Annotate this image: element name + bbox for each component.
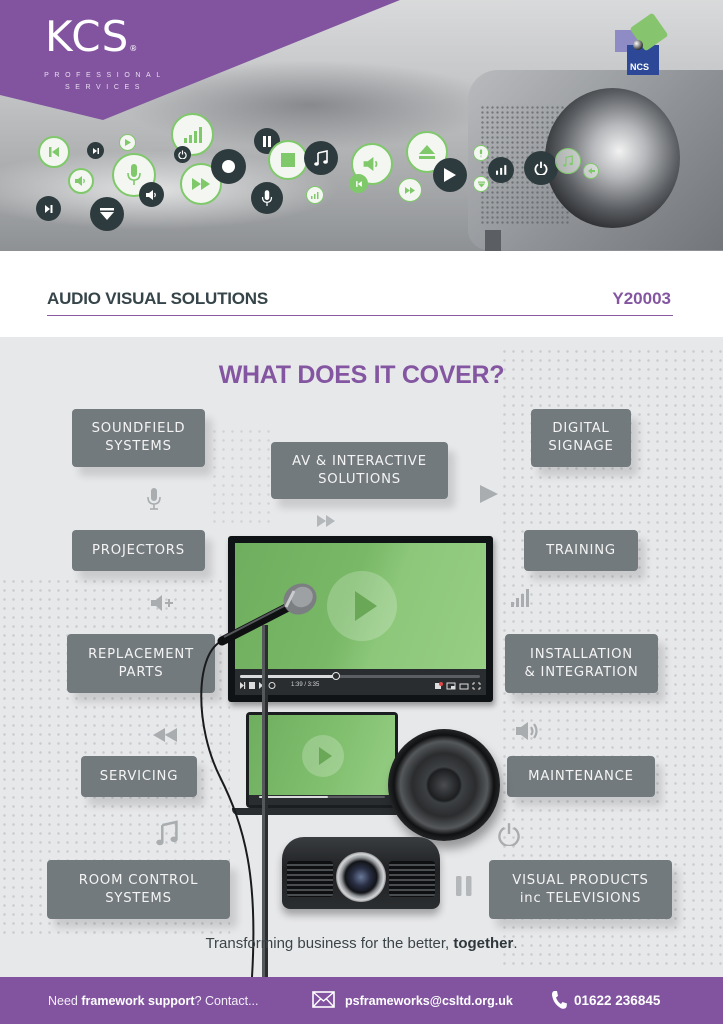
volume-icon (516, 722, 538, 740)
play-icon (480, 485, 498, 503)
previous-icon (38, 136, 70, 168)
ncs-logo[interactable]: NCS (613, 12, 673, 75)
support-prompt: Need framework support? Contact... (48, 994, 259, 1008)
framework-code: Y20003 (612, 289, 671, 308)
service-label: PROJECTORS (92, 542, 185, 558)
music-note-icon (304, 141, 338, 175)
signal-icon (488, 157, 514, 183)
service-label: DIGITAL (552, 421, 610, 436)
registered-mark: ® (129, 44, 139, 53)
service-label: ROOM CONTROL (78, 872, 199, 888)
service-label: VISUAL PRODUCTS (512, 872, 649, 888)
power-icon (524, 151, 558, 185)
service-label: PARTS (118, 664, 164, 680)
hero-banner: KCS® PROFESSIONAL SERVICES NCS (0, 0, 723, 251)
service-visual-products-televisions[interactable]: VISUAL PRODUCTS inc TELEVISIONS (489, 860, 672, 919)
support-text: Need (48, 994, 82, 1008)
service-label: & INTEGRATION (524, 664, 639, 680)
brand-tagline-line2: SERVICES (64, 84, 146, 91)
service-label: TRAINING (546, 542, 616, 558)
contact-phone-link[interactable]: 01622 236845 (574, 993, 660, 1008)
volume-down-icon (473, 176, 489, 192)
service-installation-integration[interactable]: INSTALLATION & INTEGRATION (505, 634, 658, 693)
fast-forward-icon (317, 515, 335, 527)
skip-icon (87, 142, 104, 159)
support-suffix: ? Contact... (194, 994, 259, 1008)
service-label: SYSTEMS (105, 439, 172, 454)
service-label: SOUNDFIELD (91, 421, 186, 436)
service-projectors[interactable]: PROJECTORS (72, 530, 205, 571)
service-label: SERVICING (99, 768, 179, 784)
phone-icon (552, 991, 567, 1009)
skip-forward-icon (36, 196, 61, 221)
coverage-section: WHAT DOES IT COVER? SOUNDFIELD SYSTEMS AV… (0, 337, 723, 977)
mail-icon (312, 991, 335, 1008)
service-servicing[interactable]: SERVICING (81, 756, 197, 797)
microphone-stand (200, 583, 317, 977)
dot-pattern (210, 427, 270, 527)
footer: Need framework support? Contact... psfra… (0, 977, 723, 1024)
arrow-left-icon (583, 163, 599, 179)
projector-vent (389, 861, 435, 897)
projector-lens (336, 852, 386, 902)
pause-icon (456, 876, 472, 896)
music-note-icon (156, 820, 178, 846)
service-label: SYSTEMS (105, 890, 172, 906)
player-settings-icons[interactable] (435, 682, 481, 690)
service-label: AV & INTERACTIVE (292, 453, 427, 469)
hero-projector-foot (485, 230, 501, 251)
brand-name: KCS (45, 12, 130, 61)
play-overlay-icon[interactable] (327, 571, 397, 641)
signal-icon (511, 589, 529, 607)
service-label: REPLACEMENT (88, 646, 194, 662)
service-label: SOLUTIONS (318, 471, 401, 487)
power-icon (174, 146, 191, 163)
tagline-bold: together (453, 935, 514, 952)
contact-email-link[interactable]: psframeworks@csltd.org.uk (345, 994, 513, 1008)
service-soundfield-systems[interactable]: SOUNDFIELD SYSTEMS (72, 409, 205, 467)
fast-forward-icon (398, 178, 422, 202)
tagline: Transforming business for the better, to… (0, 935, 723, 952)
title-row: AUDIO VISUAL SOLUTIONS Y20003 (47, 286, 673, 316)
kcs-logo[interactable]: KCS® (45, 16, 138, 70)
brand-tagline-line1: PROFESSIONAL (44, 72, 166, 79)
signal-icon (306, 186, 324, 204)
play-icon (119, 134, 136, 151)
microphone-icon (251, 182, 283, 214)
service-maintenance[interactable]: MAINTENANCE (507, 756, 655, 797)
service-label: MAINTENANCE (528, 768, 634, 784)
brand-tagline: PROFESSIONAL SERVICES (36, 70, 174, 94)
speaker (388, 729, 500, 841)
service-label: INSTALLATION (530, 646, 633, 662)
stop-icon (268, 140, 308, 180)
volume-up-icon (151, 595, 173, 611)
tagline-text: Transforming business for the better, (205, 935, 454, 952)
dropdown-icon (90, 197, 124, 231)
record-icon (211, 149, 246, 184)
play-icon (433, 158, 467, 192)
service-av-interactive-solutions[interactable]: AV & INTERACTIVE SOLUTIONS (271, 442, 448, 499)
ncs-logo-sphere (633, 40, 643, 50)
tagline-suffix: . (513, 935, 518, 952)
ncs-logo-text: NCS (630, 62, 650, 72)
video-progress-handle[interactable] (332, 672, 340, 680)
rewind-icon (153, 728, 177, 742)
section-heading: WHAT DOES IT COVER? (218, 361, 505, 389)
volume-icon (139, 182, 164, 207)
service-training[interactable]: TRAINING (524, 530, 638, 571)
music-note-icon (555, 148, 581, 174)
page-title: AUDIO VISUAL SOLUTIONS (47, 289, 269, 308)
service-label: SIGNAGE (548, 439, 614, 454)
microphone-icon (147, 488, 161, 510)
service-digital-signage[interactable]: DIGITAL SIGNAGE (531, 409, 631, 467)
microphone-icon (473, 145, 489, 161)
volume-icon (68, 168, 94, 194)
power-icon (498, 823, 520, 846)
previous-icon (349, 174, 368, 193)
service-label: inc TELEVISIONS (519, 890, 642, 906)
support-bold: framework support (81, 994, 195, 1008)
